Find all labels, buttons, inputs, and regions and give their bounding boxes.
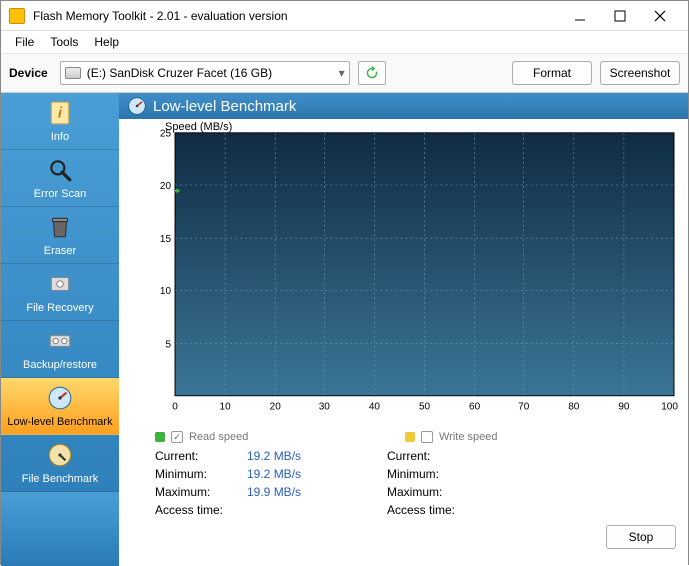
gauge-icon (127, 96, 147, 116)
sidebar: i Info Error Scan Eraser File Recovery B… (1, 93, 119, 566)
refresh-button[interactable] (358, 61, 386, 85)
drive-icon (65, 67, 81, 79)
recovery-icon (47, 270, 73, 298)
label-access-w: Access time: (387, 503, 479, 521)
swatch-read (155, 432, 165, 442)
device-selected-text: (E:) SanDisk Cruzer Facet (16 GB) (87, 66, 272, 80)
stop-button[interactable]: Stop (606, 525, 676, 549)
read-current: 19.2 MB/s (247, 449, 301, 467)
device-bar: Device (E:) SanDisk Cruzer Facet (16 GB)… (1, 53, 688, 93)
sidebar-item-label: Eraser (44, 245, 76, 257)
sidebar-item-eraser[interactable]: Eraser (1, 207, 119, 264)
format-button[interactable]: Format (512, 61, 592, 85)
sidebar-item-backup-restore[interactable]: Backup/restore (1, 321, 119, 378)
sidebar-item-info[interactable]: i Info (1, 93, 119, 150)
write-stats: Current: Minimum: Maximum: Access time: (387, 449, 619, 521)
legend-read-label: Read speed (189, 431, 248, 443)
magnifier-icon (47, 156, 73, 184)
stats: Current:19.2 MB/s Minimum:19.2 MB/s Maxi… (119, 449, 688, 521)
device-label: Device (9, 66, 48, 80)
gauge-icon (47, 384, 73, 412)
panel-title-text: Low-level Benchmark (153, 98, 296, 115)
read-minimum: 19.2 MB/s (247, 467, 301, 485)
label-minimum: Minimum: (155, 467, 247, 485)
svg-text:15: 15 (160, 234, 172, 245)
read-stats: Current:19.2 MB/s Minimum:19.2 MB/s Maxi… (155, 449, 387, 521)
menu-file[interactable]: File (7, 35, 42, 49)
swatch-write (405, 432, 415, 442)
svg-text:60: 60 (469, 401, 481, 412)
sidebar-item-file-benchmark[interactable]: File Benchmark (1, 435, 119, 492)
label-maximum-w: Maximum: (387, 485, 479, 503)
window-title: Flash Memory Toolkit - 2.01 - evaluation… (33, 9, 560, 23)
label-access: Access time: (155, 503, 247, 521)
read-maximum: 19.9 MB/s (247, 485, 301, 503)
tape-icon (47, 327, 73, 355)
gauge-alt-icon (47, 441, 73, 469)
info-icon: i (47, 99, 73, 127)
panel-title: Low-level Benchmark (119, 93, 688, 119)
close-button[interactable] (640, 1, 680, 31)
label-current-w: Current: (387, 449, 479, 467)
device-select[interactable]: (E:) SanDisk Cruzer Facet (16 GB) ▾ (60, 61, 350, 85)
menubar: File Tools Help (1, 31, 688, 53)
titlebar: Flash Memory Toolkit - 2.01 - evaluation… (1, 1, 688, 31)
app-icon (9, 8, 25, 24)
svg-text:40: 40 (369, 401, 381, 412)
svg-text:20: 20 (270, 401, 282, 412)
sidebar-item-label: File Recovery (26, 302, 93, 314)
menu-tools[interactable]: Tools (42, 35, 86, 49)
svg-text:10: 10 (160, 286, 172, 297)
sidebar-item-label: Error Scan (34, 188, 87, 200)
maximize-button[interactable] (600, 1, 640, 31)
legend: ✓ Read speed Write speed (119, 425, 688, 449)
trash-icon (47, 213, 73, 241)
legend-write-label: Write speed (439, 431, 498, 443)
menu-help[interactable]: Help (86, 35, 127, 49)
minimize-button[interactable] (560, 1, 600, 31)
svg-text:20: 20 (160, 181, 172, 192)
label-current: Current: (155, 449, 247, 467)
content: Low-level Benchmark Speed (MB/s) (119, 93, 688, 566)
svg-text:30: 30 (319, 401, 331, 412)
label-maximum: Maximum: (155, 485, 247, 503)
write-checkbox[interactable] (421, 431, 433, 443)
sidebar-item-label: Low-level Benchmark (7, 416, 112, 428)
svg-text:25: 25 (160, 129, 172, 140)
sidebar-item-error-scan[interactable]: Error Scan (1, 150, 119, 207)
sidebar-item-label: File Benchmark (22, 473, 98, 485)
read-checkbox[interactable]: ✓ (171, 431, 183, 443)
svg-text:70: 70 (518, 401, 530, 412)
chart: 25 20 15 10 5 0 10 20 30 40 50 60 (157, 127, 678, 425)
sidebar-item-label: Backup/restore (23, 359, 97, 371)
svg-text:0: 0 (172, 401, 178, 412)
svg-text:100%: 100% (661, 401, 678, 412)
chevron-down-icon: ▾ (339, 66, 345, 80)
label-minimum-w: Minimum: (387, 467, 479, 485)
sidebar-item-file-recovery[interactable]: File Recovery (1, 264, 119, 321)
svg-text:10: 10 (220, 401, 232, 412)
sidebar-item-lowlevel-benchmark[interactable]: Low-level Benchmark (1, 378, 119, 435)
svg-text:90: 90 (618, 401, 630, 412)
svg-text:50: 50 (419, 401, 431, 412)
svg-text:5: 5 (165, 340, 171, 351)
sidebar-item-label: Info (51, 131, 69, 143)
svg-text:80: 80 (568, 401, 580, 412)
screenshot-button[interactable]: Screenshot (600, 61, 680, 85)
